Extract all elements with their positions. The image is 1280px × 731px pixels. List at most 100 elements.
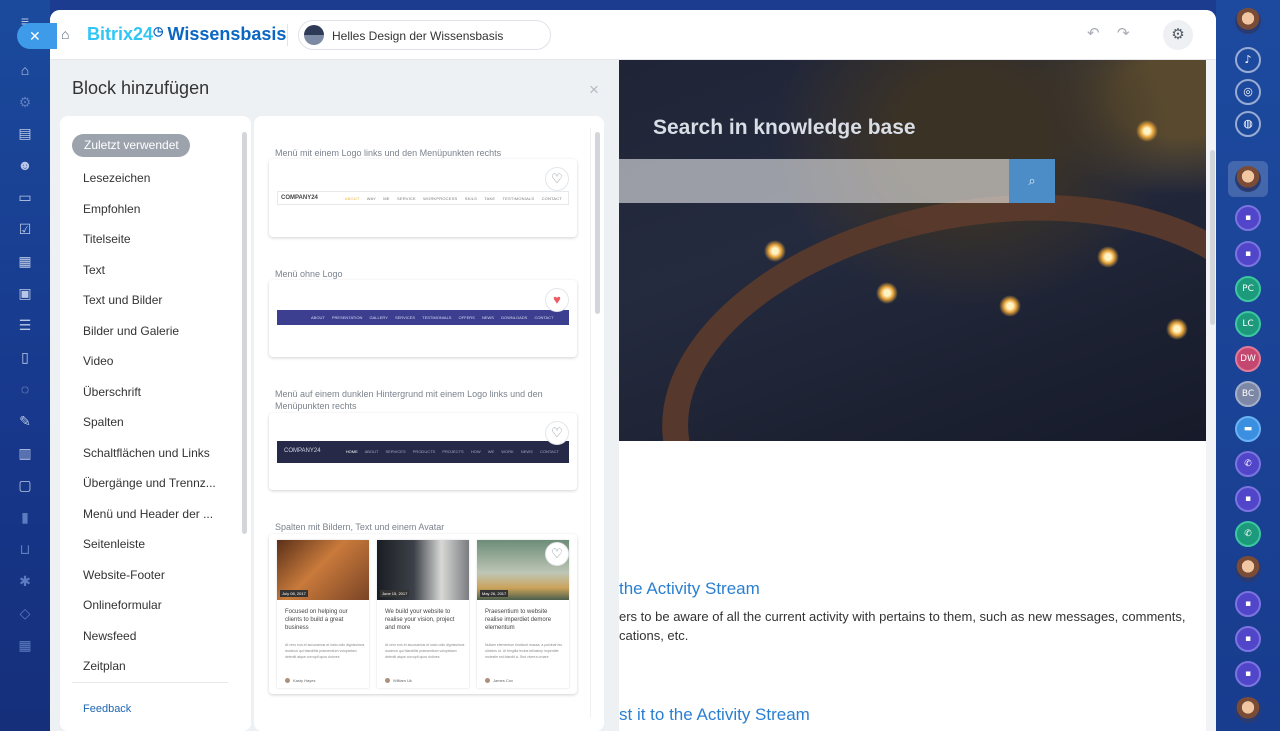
column-date: June 15, 2017 bbox=[380, 590, 410, 597]
card-icon[interactable]: ▭ bbox=[16, 188, 34, 206]
document-icon[interactable]: ▤ bbox=[16, 124, 34, 142]
contact-initials[interactable]: BC bbox=[1235, 381, 1261, 407]
hero-title: Search in knowledge base bbox=[653, 116, 916, 139]
column-author: William Uk bbox=[385, 678, 412, 683]
category-item[interactable]: Titelseite bbox=[83, 232, 131, 246]
users-icon[interactable]: ☻ bbox=[16, 156, 34, 174]
cube-icon[interactable]: ◇ bbox=[16, 604, 34, 622]
category-item[interactable]: Newsfeed bbox=[83, 629, 136, 643]
category-item[interactable]: Zeitplan bbox=[83, 659, 126, 673]
preview-menu-item: HOW WE WORK bbox=[470, 449, 514, 454]
redo-icon[interactable]: ↷ bbox=[1117, 26, 1133, 42]
channel-icon[interactable]: ▪ bbox=[1235, 626, 1261, 652]
channel-icon[interactable]: ▪ bbox=[1235, 486, 1261, 512]
left-sidebar: ≡ ⌂ ⚙ ▤ ☻ ▭ ☑ ▦ ▣ ☰ ▯ ◌ ✎ ▥ ▢ ▮ ⊔ ✱ ◇ ▦ bbox=[0, 0, 50, 731]
filter-icon[interactable]: ☰ bbox=[16, 316, 34, 334]
block-label: Menü mit einem Logo links und den Menüpu… bbox=[275, 148, 502, 158]
category-item[interactable]: Spalten bbox=[83, 415, 124, 429]
gear-icon[interactable]: ⚙ bbox=[16, 93, 34, 111]
favorite-heart-icon[interactable]: ♥ bbox=[545, 288, 569, 312]
contact-initials[interactable]: DW bbox=[1235, 346, 1261, 372]
preview-logo: COMPANY24 bbox=[284, 448, 321, 454]
edit-icon[interactable]: ✎ bbox=[16, 412, 34, 430]
brand-name: Bitrix24 bbox=[87, 24, 154, 44]
preview-scrollbar[interactable] bbox=[1210, 150, 1215, 325]
category-item[interactable]: Übergänge und Trennz... bbox=[83, 476, 216, 490]
category-item[interactable]: Seitenleiste bbox=[83, 537, 145, 551]
phone-icon[interactable]: ✆ bbox=[1235, 451, 1261, 477]
favorite-heart-icon[interactable]: ♡ bbox=[545, 167, 569, 191]
contact-avatar[interactable] bbox=[1235, 697, 1261, 723]
contact-avatar[interactable] bbox=[1235, 556, 1261, 582]
block-card[interactable]: ABOUT PRESENTATION GALLERY SERVICES TEST… bbox=[269, 280, 577, 357]
channel-icon[interactable]: ▪ bbox=[1235, 205, 1261, 231]
site-selector[interactable]: Helles Design der Wissensbasis bbox=[298, 20, 551, 50]
site-thumbnail bbox=[304, 25, 324, 45]
preview-menu-item: DOWNLOADS bbox=[501, 315, 528, 320]
channel-icon[interactable]: ▪ bbox=[1235, 241, 1261, 267]
category-item[interactable]: Bilder und Galerie bbox=[83, 324, 179, 338]
search-button[interactable]: ⌕ bbox=[1009, 159, 1055, 203]
category-item[interactable]: Lesezeichen bbox=[83, 171, 150, 185]
article-link[interactable]: the Activity Stream bbox=[619, 579, 760, 599]
chat-bubble-icon[interactable]: ◍ bbox=[1235, 111, 1261, 137]
undo-icon[interactable]: ↶ bbox=[1087, 26, 1103, 42]
grid-icon[interactable]: ▦ bbox=[16, 636, 34, 654]
home-icon[interactable]: ⌂ bbox=[16, 61, 34, 79]
category-scrollbar[interactable] bbox=[242, 132, 247, 534]
contact-initials[interactable]: PC bbox=[1235, 276, 1261, 302]
settings-icon[interactable]: ✱ bbox=[16, 572, 34, 590]
block-card[interactable]: COMPANY24 HOME ABOUT SERVICES PRODUCTS P… bbox=[269, 413, 577, 490]
close-slider-button[interactable]: ✕ bbox=[17, 23, 57, 49]
calendar-icon[interactable]: ▦ bbox=[16, 252, 34, 270]
chart-icon[interactable]: ▮ bbox=[16, 508, 34, 526]
category-recent[interactable]: Zuletzt verwendet bbox=[72, 134, 190, 157]
favorite-heart-icon[interactable]: ♡ bbox=[545, 542, 569, 566]
category-item[interactable]: Text und Bilder bbox=[83, 293, 162, 307]
crm-icon[interactable]: ▣ bbox=[16, 284, 34, 302]
sites-icon[interactable]: ▢ bbox=[16, 476, 34, 494]
category-item[interactable]: Onlineformular bbox=[83, 598, 162, 612]
channel-icon[interactable]: ▪ bbox=[1235, 591, 1261, 617]
panel-title: Block hinzufügen bbox=[72, 78, 210, 98]
knowledge-search-input[interactable] bbox=[619, 159, 1009, 203]
preview-menu-item: HOME bbox=[345, 449, 358, 454]
column-author: Kasty Hayes bbox=[285, 678, 315, 683]
article-text: cations, etc. bbox=[619, 628, 689, 643]
block-card[interactable]: COMPANY24 ABOUT WAY ME SERVICE WORKPROCE… bbox=[269, 159, 577, 237]
feedback-link[interactable]: Feedback bbox=[83, 703, 131, 715]
cart-icon[interactable]: ⊔ bbox=[16, 540, 34, 558]
user-avatar[interactable] bbox=[1235, 8, 1261, 34]
contact-initials[interactable]: LC bbox=[1235, 311, 1261, 337]
chat-icon[interactable]: ◌ bbox=[16, 380, 34, 398]
category-item[interactable]: Website-Footer bbox=[83, 568, 165, 582]
block-scrollbar[interactable] bbox=[595, 132, 600, 314]
scroll-track bbox=[590, 128, 591, 718]
top-bar: ⌂ Bitrix24◷ Wissensbasis Helles Design de… bbox=[50, 10, 1216, 60]
category-item[interactable]: Menü und Header der ... bbox=[83, 507, 213, 521]
preview-menu-item: SERVICE bbox=[396, 196, 416, 201]
category-item[interactable]: Video bbox=[83, 354, 113, 368]
category-item[interactable]: Schaltflächen und Links bbox=[83, 446, 210, 460]
phone-icon[interactable]: ✆ bbox=[1235, 521, 1261, 547]
favorite-heart-icon[interactable]: ♡ bbox=[545, 421, 569, 445]
category-item[interactable]: Empfohlen bbox=[83, 202, 140, 216]
close-icon[interactable]: × bbox=[589, 80, 599, 100]
bell-icon[interactable]: ♪ bbox=[1235, 47, 1261, 73]
category-item[interactable]: Text bbox=[83, 263, 105, 277]
channel-icon[interactable]: ▪ bbox=[1235, 661, 1261, 687]
home-icon[interactable]: ⌂ bbox=[61, 26, 77, 42]
search-circle-icon[interactable]: ◎ bbox=[1235, 79, 1261, 105]
archive-icon[interactable]: ▥ bbox=[16, 444, 34, 462]
contact-avatar[interactable] bbox=[1235, 166, 1261, 192]
article-link[interactable]: st it to the Activity Stream bbox=[619, 705, 810, 725]
category-item[interactable]: Überschrift bbox=[83, 385, 141, 399]
light-bulb bbox=[1097, 246, 1119, 268]
right-sidebar: ♪ ◎ ◍ ▪ ▪ PC LC DW BC ▬ ✆ ▪ ✆ ▪ ▪ ▪ bbox=[1216, 0, 1280, 731]
block-card[interactable]: July 08, 2017 Focused on helping our cli… bbox=[269, 534, 577, 694]
settings-button[interactable]: ⚙ bbox=[1163, 20, 1193, 50]
tasks-icon[interactable]: ☑ bbox=[16, 220, 34, 238]
app-brand[interactable]: Bitrix24◷ Wissensbasis bbox=[87, 24, 286, 45]
file-icon[interactable]: ▯ bbox=[16, 348, 34, 366]
message-icon[interactable]: ▬ bbox=[1235, 416, 1261, 442]
